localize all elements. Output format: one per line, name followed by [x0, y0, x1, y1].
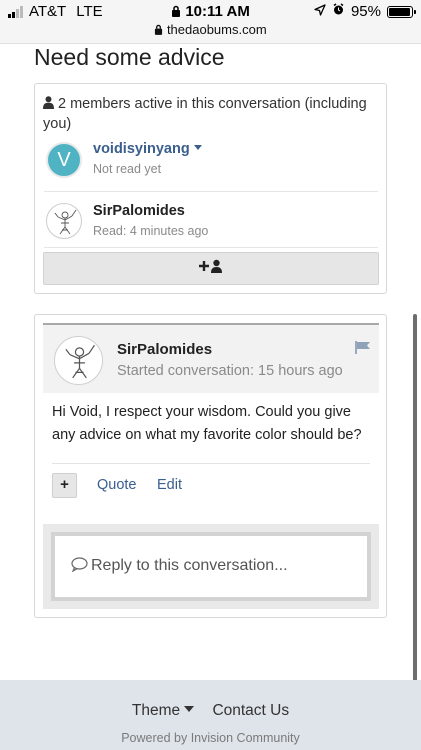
user-icon: [43, 96, 54, 115]
post-header: SirPalomides Started conversation: 15 ho…: [43, 323, 379, 393]
participant-row: SirPalomides Read: 4 minutes ago: [44, 192, 378, 248]
avatar[interactable]: V: [46, 142, 82, 178]
participant-name-link[interactable]: voidisyinyang: [93, 141, 202, 157]
participants-panel: 2 members active in this conversation (i…: [34, 83, 387, 294]
battery-icon: [387, 5, 416, 18]
status-bar: AT&T LTE 10:11 AM thedaobums.com 95%: [0, 0, 421, 44]
reply-placeholder-text: Reply to this conversation...: [91, 557, 288, 574]
participants-header: 2 members active in this conversation (i…: [43, 95, 379, 134]
participant-status: Not read yet: [93, 162, 162, 176]
alarm-icon: [332, 3, 345, 20]
add-participant-button[interactable]: [43, 252, 379, 285]
post-timestamp: Started conversation: 15 hours ago: [117, 363, 343, 379]
battery-percent: 95%: [350, 3, 381, 20]
avatar[interactable]: [46, 203, 82, 239]
page-title: Need some advice: [34, 44, 225, 70]
url-bar[interactable]: thedaobums.com: [0, 22, 421, 37]
footer-links: Theme Contact Us: [0, 702, 421, 720]
participant-status: Read: 4 minutes ago: [93, 224, 209, 238]
time-label: 10:11 AM: [185, 3, 250, 20]
theme-label: Theme: [131, 702, 181, 719]
lock-icon: [171, 3, 185, 20]
participant-row: V voidisyinyang Not read yet: [44, 136, 378, 192]
footer: Theme Contact Us Powered by Invision Com…: [0, 680, 421, 750]
participants-header-text: 2 members active in this conversation (i…: [43, 96, 367, 132]
post-body: Hi Void, I respect your wisdom. Could yo…: [52, 404, 362, 443]
reply-area: Reply to this conversation...: [43, 524, 379, 609]
plus-user-icon: [198, 259, 224, 278]
divider: [52, 463, 370, 464]
theme-menu[interactable]: Theme: [131, 702, 195, 720]
chevron-down-icon: [193, 145, 202, 150]
url-lock-icon: [154, 22, 167, 37]
contact-link[interactable]: Contact Us: [212, 702, 289, 720]
multiquote-button[interactable]: +: [52, 473, 77, 498]
participant-name[interactable]: SirPalomides: [93, 203, 185, 219]
post-author[interactable]: SirPalomides: [117, 341, 212, 358]
powered-by-link[interactable]: Powered by Invision Community: [0, 731, 421, 745]
status-right: 95%: [314, 3, 416, 20]
conversation-post: SirPalomides Started conversation: 15 ho…: [34, 314, 387, 618]
reply-input[interactable]: Reply to this conversation...: [51, 532, 371, 601]
quote-link[interactable]: Quote: [97, 477, 137, 493]
avatar[interactable]: [54, 336, 103, 385]
reply-placeholder: Reply to this conversation...: [71, 557, 288, 577]
url-text: thedaobums.com: [166, 22, 267, 37]
sketch-figure-icon: [54, 209, 77, 235]
sketch-figure-icon: [65, 344, 95, 379]
speech-bubble-icon: [71, 557, 88, 577]
participant-name: voidisyinyang: [93, 141, 190, 157]
flag-icon[interactable]: [355, 341, 371, 359]
location-icon: [314, 3, 326, 20]
avatar-letter: V: [57, 149, 71, 171]
chevron-down-icon: [184, 706, 195, 712]
edit-link[interactable]: Edit: [157, 477, 182, 493]
